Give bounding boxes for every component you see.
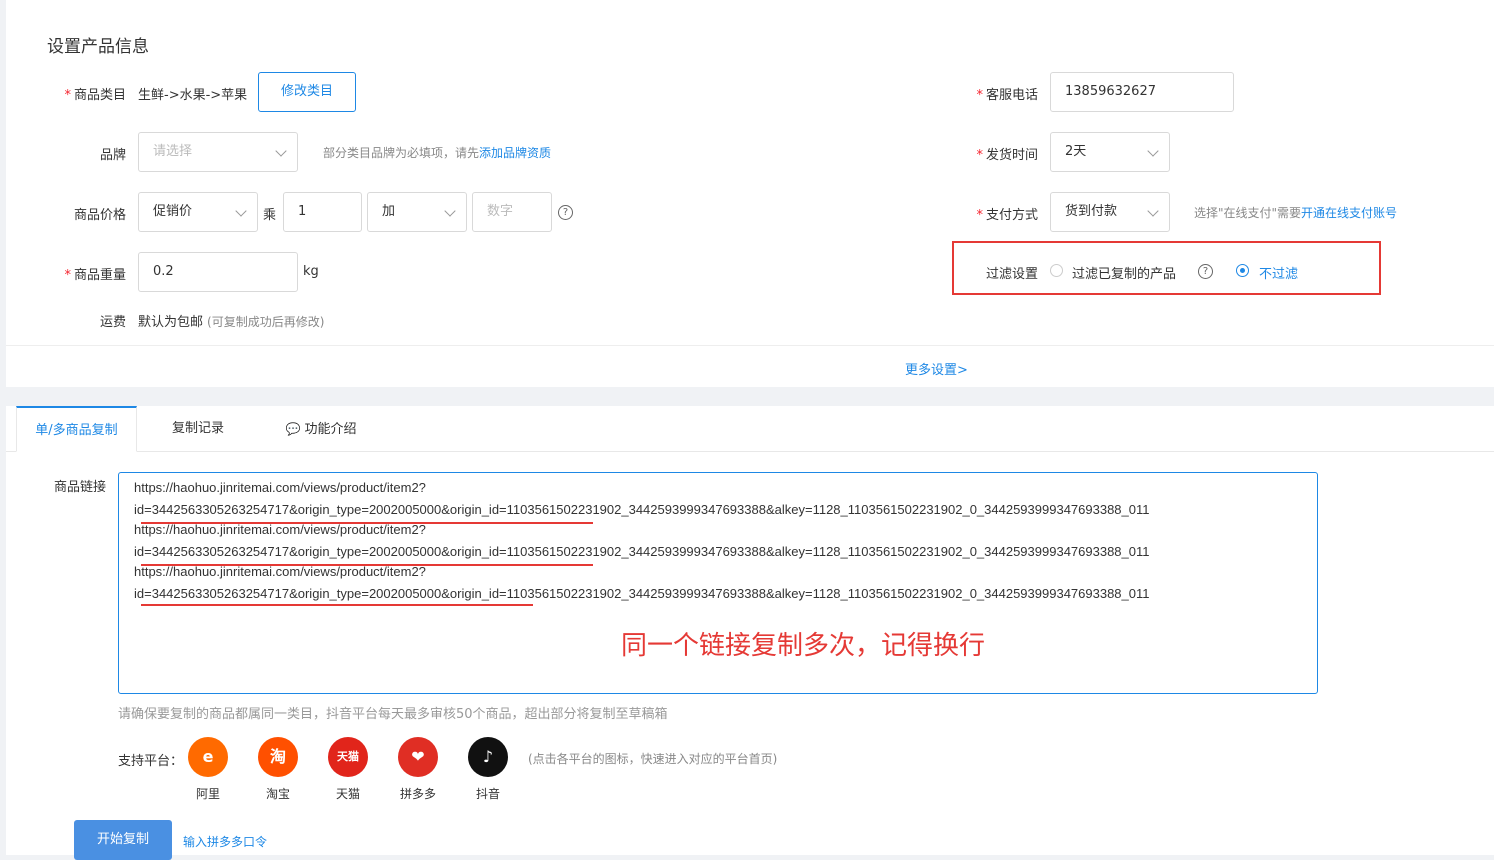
brand-label: 品牌 [99,148,126,163]
brand-hint: 部分类目品牌为必填项，请先添加品牌资质 [323,146,552,160]
pinduoduo-icon[interactable]: ❤ [398,737,438,777]
platform-tmall[interactable]: 天猫 天猫 [328,737,368,802]
platform-alibaba[interactable]: e 阿里 [188,737,228,802]
start-copy-button[interactable]: 开始复制 [74,820,172,860]
platform-name: 淘宝 [265,787,290,801]
tab-feature-intro-label: 功能介绍 [304,422,357,437]
alibaba-icon[interactable]: e [188,737,228,777]
tab-bar: 单/多商品复制 复制记录 💬 功能介绍 [6,406,1494,452]
product-link-textarea[interactable]: https://haohuo.jinritemai.com/views/prod… [118,472,1318,694]
shipping-fee-value: 默认为包邮 (可复制成功后再修改) [138,315,325,330]
multiply-label: 乘 [263,208,277,223]
payment-hint: 选择"在线支付"需要开通在线支付账号 [1194,206,1398,220]
tab-copy-records[interactable]: 复制记录 [156,406,240,452]
help-icon[interactable]: ? [558,205,573,220]
platform-douyin[interactable]: ♪ 抖音 [468,737,508,802]
url-line: https://haohuo.jinritemai.com/views/prod… [134,564,426,579]
pdd-code-link[interactable]: 输入拼多多口令 [183,833,267,850]
chevron-down-icon [1147,145,1159,157]
filter-radio-no-filter[interactable] [1236,264,1249,277]
taobao-icon[interactable]: 淘 [258,737,298,777]
link-label: 商品链接 [53,480,106,495]
tmall-icon[interactable]: 天猫 [328,737,368,777]
url-line: id=3442563305263254717&origin_type=20020… [134,586,1150,601]
platform-name: 阿里 [195,787,220,801]
brand-select[interactable]: 请选择 [138,132,298,172]
url-line: id=3442563305263254717&origin_type=20020… [134,544,1150,559]
section-title: 设置产品信息 [47,37,149,57]
annotation-text: 同一个链接复制多次，记得换行 [621,631,986,661]
platforms-label: 支持平台： [118,754,184,769]
weight-label: * 商品重量 [64,268,126,283]
chevron-down-icon [444,205,456,217]
platform-name: 抖音 [475,787,500,801]
help-icon[interactable]: ? [1198,264,1213,279]
filter-label: 过滤设置 [985,267,1038,282]
multiply-input[interactable]: 1 [283,192,362,232]
underline-annotation [141,564,593,566]
divider [6,345,1494,346]
open-online-payment-link[interactable]: 开通在线支付账号 [1301,206,1397,220]
chevron-down-icon [235,205,247,217]
ship-time-select[interactable]: 2天 [1050,132,1170,172]
payment-select[interactable]: 货到付款 [1050,192,1170,232]
filter-radio-copied[interactable] [1050,264,1063,277]
platform-name: 天猫 [335,787,360,801]
url-line: id=3442563305263254717&origin_type=20020… [134,502,1150,517]
chevron-down-icon [275,145,287,157]
shipping-fee-hint: (可复制成功后再修改) [207,315,325,329]
tab-single-multi-copy[interactable]: 单/多商品复制 [16,406,137,452]
url-line: https://haohuo.jinritemai.com/views/prod… [134,480,426,495]
filter-option-no-filter[interactable]: 不过滤 [1259,263,1298,282]
platform-name: 拼多多 [399,787,436,801]
weight-input[interactable]: 0.2 [138,252,298,292]
phone-label: * 客服电话 [976,88,1038,103]
price-type-select[interactable]: 促销价 [138,192,258,232]
tab-feature-intro[interactable]: 💬 功能介绍 [266,406,376,452]
price-label: 商品价格 [73,208,126,223]
modify-category-button[interactable]: 修改类目 [258,72,356,112]
weight-unit: kg [303,264,319,279]
category-label: * 商品类目 [64,88,126,103]
number-input[interactable]: 数字 [472,192,552,232]
platform-pinduoduo[interactable]: ❤ 拼多多 [398,737,438,802]
phone-input[interactable]: 13859632627 [1050,72,1234,112]
url-line: https://haohuo.jinritemai.com/views/prod… [134,522,426,537]
underline-annotation [141,604,533,606]
filter-option-copied[interactable]: 过滤已复制的产品 [1072,263,1176,282]
ship-time-label: * 发货时间 [976,148,1038,163]
chat-bubble-icon: 💬 [285,422,301,436]
payment-label: * 支付方式 [976,208,1038,223]
shipping-fee-label: 运费 [99,315,126,330]
operator-select[interactable]: 加 [367,192,467,232]
platform-taobao[interactable]: 淘淘宝 [258,737,298,802]
underline-annotation [141,522,593,524]
add-brand-link[interactable]: 添加品牌资质 [479,146,551,160]
platforms-hint: (点击各平台的图标，快速进入对应的平台首页) [528,752,778,766]
douyin-icon[interactable]: ♪ [468,737,508,777]
more-settings-link[interactable]: 更多设置> [905,359,968,378]
category-value: 生鲜->水果->苹果 [138,88,248,103]
chevron-down-icon [1147,205,1159,217]
notice-text: 请确保要复制的商品都属同一类目，抖音平台每天最多审核50个商品，超出部分将复制至… [118,707,668,722]
